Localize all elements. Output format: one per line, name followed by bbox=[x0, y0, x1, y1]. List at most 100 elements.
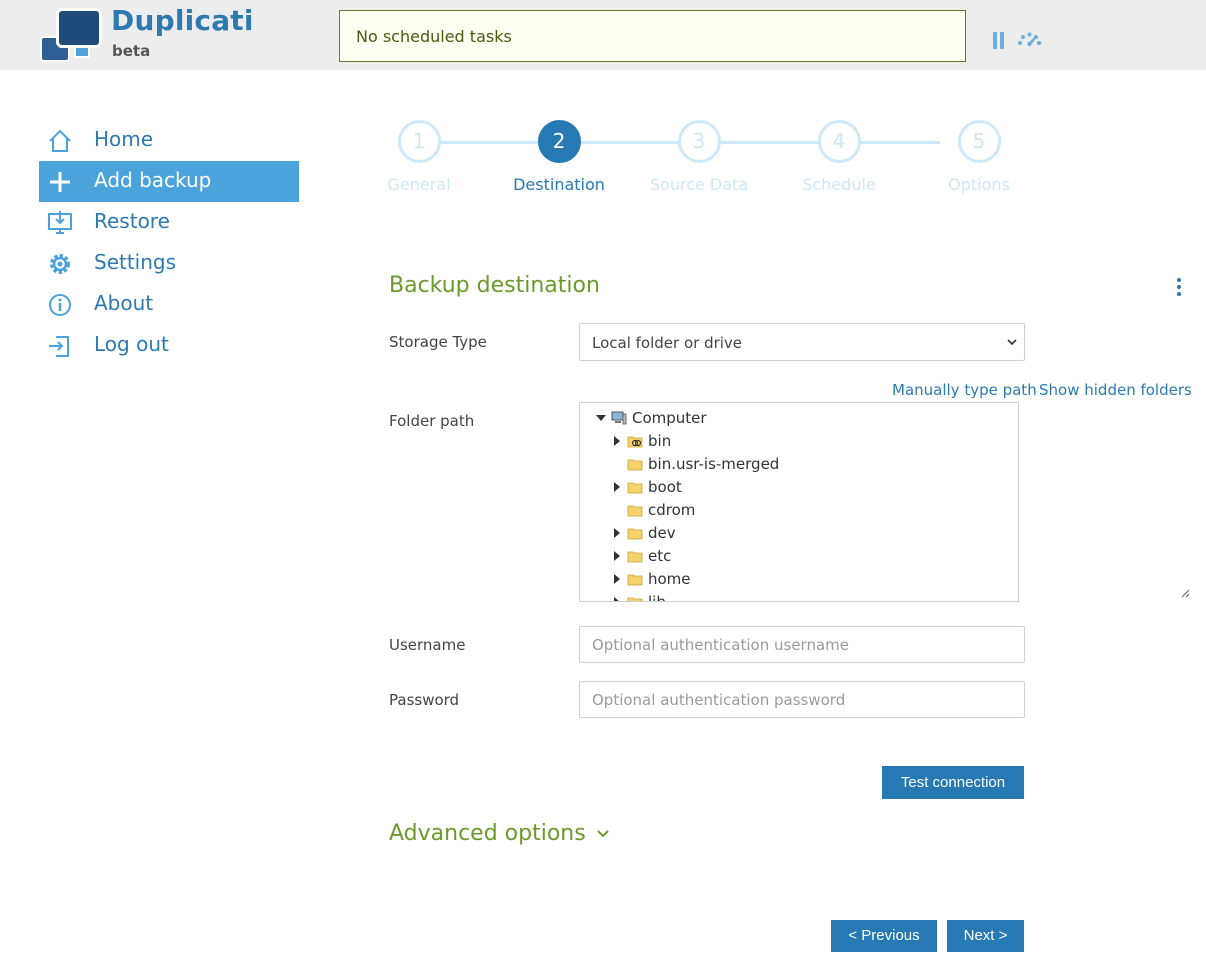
tree-node-label: home bbox=[648, 569, 691, 588]
tree-node[interactable]: cdrom bbox=[610, 498, 695, 521]
step-number: 5 bbox=[957, 120, 1001, 163]
sidebar-item-restore[interactable]: Restore bbox=[39, 202, 299, 243]
duplicati-logo[interactable] bbox=[38, 6, 104, 64]
throttle-gauge-icon[interactable] bbox=[1016, 32, 1043, 48]
caret-right-icon bbox=[614, 550, 620, 561]
computer-icon bbox=[611, 411, 627, 424]
more-options-icon[interactable] bbox=[1175, 276, 1183, 298]
folder-icon bbox=[627, 551, 643, 562]
caret-right-icon bbox=[614, 481, 620, 492]
step-schedule[interactable]: 4 Schedule bbox=[799, 120, 879, 194]
step-source-data[interactable]: 3 Source Data bbox=[650, 120, 748, 194]
step-number: 1 bbox=[397, 120, 441, 163]
tree-node-computer[interactable]: Computer bbox=[594, 406, 707, 429]
tree-node[interactable]: bin bbox=[610, 429, 671, 452]
expand-toggle[interactable] bbox=[610, 434, 624, 448]
folder-icon bbox=[627, 482, 643, 493]
folder-icon bbox=[627, 574, 643, 585]
logout-icon bbox=[49, 336, 69, 357]
sidebar-item-settings[interactable]: Settings bbox=[39, 243, 299, 284]
password-label: Password bbox=[389, 691, 460, 709]
tree-node-label: dev bbox=[648, 523, 676, 542]
pause-icon[interactable] bbox=[992, 32, 1006, 49]
step-destination[interactable]: 2 Destination bbox=[513, 120, 605, 194]
brand-name[interactable]: Duplicati bbox=[111, 4, 254, 37]
show-hidden-folders-link[interactable]: Show hidden folders bbox=[1039, 381, 1192, 399]
tree-node[interactable]: lib bbox=[610, 590, 666, 602]
step-label: Schedule bbox=[802, 175, 876, 194]
tree-node[interactable]: etc bbox=[610, 544, 671, 567]
step-general[interactable]: 1 General bbox=[379, 120, 459, 194]
chevron-down-icon bbox=[1007, 339, 1017, 346]
caret-right-icon bbox=[614, 596, 620, 601]
tree-node-label: bin bbox=[648, 431, 672, 450]
sidebar-item-label: Log out bbox=[94, 332, 169, 356]
tree-node[interactable]: bin.usr-is-merged bbox=[610, 452, 779, 475]
step-number: 4 bbox=[817, 120, 861, 163]
resize-handle-icon[interactable] bbox=[1180, 588, 1190, 598]
gear-icon bbox=[50, 254, 70, 274]
tree-node-label: Computer bbox=[632, 408, 707, 427]
sidebar-nav: Home Add backup Restore Settings About L… bbox=[39, 120, 299, 366]
folder-link-icon bbox=[627, 597, 643, 601]
chevron-down-icon bbox=[596, 829, 609, 837]
sidebar-item-home[interactable]: Home bbox=[39, 120, 299, 161]
storage-type-select[interactable]: Local folder or drive bbox=[579, 323, 1025, 361]
step-label: Destination bbox=[513, 175, 605, 194]
section-title: Backup destination bbox=[389, 273, 600, 298]
tree-node-label: lib bbox=[648, 592, 666, 602]
home-icon bbox=[49, 129, 71, 152]
sidebar-item-about[interactable]: About bbox=[39, 284, 299, 325]
folder-icon bbox=[627, 459, 643, 470]
sidebar-item-label: Settings bbox=[94, 250, 177, 274]
expand-toggle[interactable] bbox=[610, 526, 624, 540]
tree-node[interactable]: boot bbox=[610, 475, 682, 498]
step-number: 3 bbox=[677, 120, 721, 163]
info-icon bbox=[49, 294, 71, 316]
caret-right-icon bbox=[614, 435, 620, 446]
tree-node-label: bin.usr-is-merged bbox=[648, 454, 780, 473]
advanced-options-label: Advanced options bbox=[389, 821, 586, 846]
sidebar-item-label: Home bbox=[94, 127, 154, 151]
step-label: Options bbox=[948, 175, 1010, 194]
sidebar-item-add-backup[interactable]: Add backup bbox=[39, 161, 299, 202]
folder-path-label: Folder path bbox=[389, 412, 475, 430]
step-label: General bbox=[387, 175, 451, 194]
expand-toggle[interactable] bbox=[610, 595, 624, 601]
expand-toggle[interactable] bbox=[594, 411, 608, 425]
plus-icon bbox=[50, 172, 70, 192]
tree-node[interactable]: dev bbox=[610, 521, 676, 544]
password-field[interactable] bbox=[579, 681, 1025, 718]
step-label: Source Data bbox=[649, 175, 749, 194]
expand-toggle[interactable] bbox=[610, 572, 624, 586]
wizard-steps: 1 General 2 Destination 3 Source Data 4 … bbox=[380, 120, 1020, 210]
step-number: 2 bbox=[537, 120, 581, 163]
brand-subtitle: beta bbox=[112, 42, 151, 60]
folder-icon bbox=[627, 528, 643, 539]
sidebar-item-label: Add backup bbox=[94, 168, 212, 192]
sidebar-item-logout[interactable]: Log out bbox=[39, 325, 299, 366]
tree-node-label: cdrom bbox=[648, 500, 696, 519]
next-button[interactable]: Next > bbox=[947, 920, 1024, 952]
tree-node-label: etc bbox=[648, 546, 672, 565]
status-text: No scheduled tasks bbox=[356, 27, 512, 46]
storage-type-label: Storage Type bbox=[389, 333, 487, 351]
caret-right-icon bbox=[614, 573, 620, 584]
app-header: Duplicati beta No scheduled tasks bbox=[0, 0, 1206, 70]
expand-toggle[interactable] bbox=[610, 480, 624, 494]
tree-node[interactable]: home bbox=[610, 567, 691, 590]
folder-tree[interactable]: Computer bin bin.usr-is-merged boot cdro… bbox=[579, 402, 1019, 602]
caret-down-icon bbox=[596, 414, 606, 421]
username-field[interactable] bbox=[579, 626, 1025, 663]
storage-type-value: Local folder or drive bbox=[592, 334, 743, 352]
test-connection-button[interactable]: Test connection bbox=[882, 766, 1024, 799]
advanced-options-toggle[interactable]: Advanced options bbox=[389, 821, 610, 846]
username-label: Username bbox=[389, 636, 466, 654]
tree-node-label: boot bbox=[648, 477, 682, 496]
step-options[interactable]: 5 Options bbox=[939, 120, 1019, 194]
expand-toggle[interactable] bbox=[610, 549, 624, 563]
manually-type-path-link[interactable]: Manually type path bbox=[892, 381, 1037, 399]
sidebar-item-label: Restore bbox=[94, 209, 170, 233]
previous-button[interactable]: < Previous bbox=[831, 920, 937, 952]
folder-icon bbox=[627, 505, 643, 516]
